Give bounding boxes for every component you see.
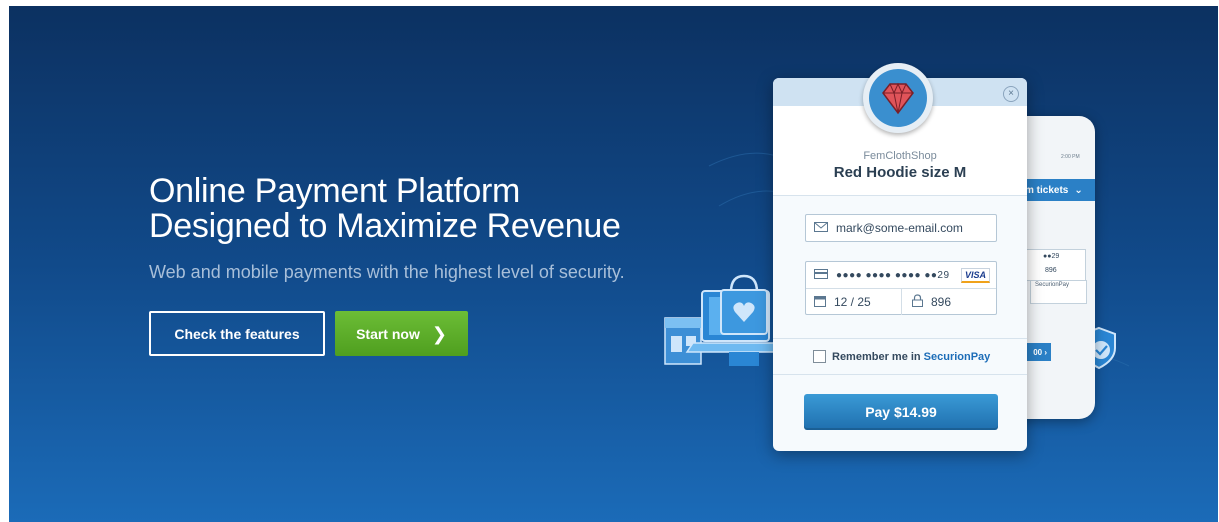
diamond-icon bbox=[882, 82, 914, 115]
pay-button[interactable]: Pay $14.99 bbox=[804, 394, 998, 430]
payment-illustration: 2:00 PM m tickets ⌄ ●●29 896 SecurionPay… bbox=[9, 6, 1218, 522]
email-field[interactable]: mark@some-email.com bbox=[805, 214, 997, 242]
phone-tickets-bar: m tickets ⌄ bbox=[1015, 179, 1095, 201]
close-icon[interactable]: × bbox=[1003, 86, 1019, 102]
phone-card-tail: ●●29 bbox=[1043, 253, 1060, 260]
expiry-value: 12 / 25 bbox=[834, 295, 871, 309]
card-details-group: ●●●● ●●●● ●●●● ●●29 VISA 12 / 25 896 bbox=[805, 261, 997, 315]
lock-icon bbox=[912, 294, 923, 310]
checkout-card: × FemClothShop Red Hoodie size M mark@so… bbox=[773, 78, 1027, 451]
credit-card-icon bbox=[814, 268, 828, 282]
product-name: Red Hoodie size M bbox=[833, 164, 967, 181]
shop-logo-inner bbox=[869, 69, 927, 127]
phone-pay-label: 00 › bbox=[1033, 347, 1047, 357]
shop-logo bbox=[863, 63, 933, 133]
visa-logo: VISA bbox=[960, 268, 990, 283]
shopping-bag-icon bbox=[720, 274, 768, 335]
phone-mockup: 2:00 PM m tickets ⌄ ●●29 896 SecurionPay… bbox=[1015, 116, 1095, 419]
checkout-header-divider bbox=[773, 195, 1027, 196]
checkbox-icon bbox=[813, 350, 826, 363]
expiry-field[interactable]: 12 / 25 bbox=[806, 289, 902, 315]
cvc-value: 896 bbox=[931, 295, 952, 309]
remember-me-checkbox[interactable]: Remember me in SecurionPay bbox=[813, 350, 990, 363]
remember-divider-top bbox=[773, 338, 1027, 339]
phone-tickets-label: m tickets bbox=[1025, 184, 1069, 196]
envelope-icon bbox=[814, 221, 828, 235]
card-number-value: ●●●● ●●●● ●●●● ●●29 bbox=[836, 269, 950, 281]
phone-brand: SecurionPay bbox=[1035, 282, 1070, 288]
remember-brand: SecurionPay bbox=[923, 350, 991, 363]
chevron-down-icon: ⌄ bbox=[1074, 184, 1083, 196]
hero-section: Online Payment Platform Designed to Maxi… bbox=[9, 6, 1218, 522]
remember-label: Remember me in bbox=[832, 350, 921, 363]
phone-time: 2:00 PM bbox=[1061, 154, 1080, 160]
phone-cvc: 896 bbox=[1045, 267, 1057, 274]
email-value: mark@some-email.com bbox=[836, 221, 963, 235]
remember-divider-bottom bbox=[773, 374, 1027, 375]
pay-button-label: Pay $14.99 bbox=[865, 404, 937, 420]
calendar-icon bbox=[814, 295, 826, 310]
card-number-field[interactable]: ●●●● ●●●● ●●●● ●●29 VISA bbox=[806, 262, 996, 289]
shop-name: FemClothShop bbox=[863, 150, 937, 162]
cvc-field[interactable]: 896 bbox=[902, 289, 996, 315]
store-icon bbox=[664, 317, 702, 365]
